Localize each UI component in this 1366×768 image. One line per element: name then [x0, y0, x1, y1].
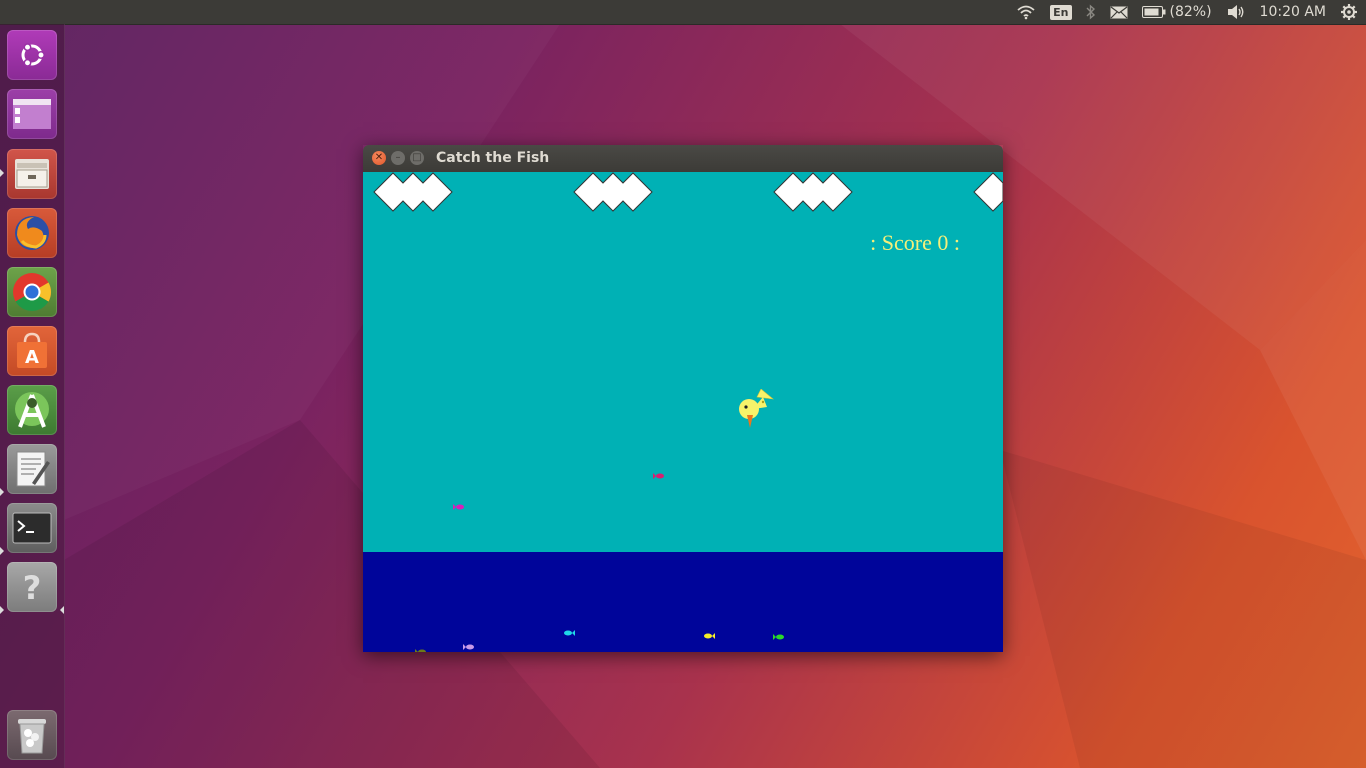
workspace-icon — [13, 99, 51, 129]
trash-icon — [18, 719, 46, 754]
ubuntu-logo-icon — [21, 43, 45, 67]
fish-lavender — [463, 644, 474, 650]
close-window-button[interactable]: ✕ — [372, 151, 386, 165]
text-editor-button[interactable] — [7, 444, 57, 494]
game-window: ✕ – □ Catch the Fish : Score 0 : — [363, 145, 1003, 652]
text-editor-icon — [16, 451, 50, 487]
score-display: : Score 0 : — [870, 230, 960, 255]
window-title: Catch the Fish — [436, 150, 550, 166]
files-button[interactable] — [7, 149, 57, 199]
svg-text:?: ? — [23, 569, 42, 605]
trash-button[interactable] — [7, 710, 57, 760]
fish-yellow — [704, 633, 715, 639]
settings-gear-icon[interactable] — [1340, 0, 1358, 24]
android-studio-button[interactable] — [7, 385, 57, 435]
mail-icon[interactable] — [1110, 0, 1128, 24]
minimize-window-button[interactable]: – — [391, 151, 405, 165]
software-center-button[interactable]: A — [7, 326, 57, 376]
cloud — [373, 172, 453, 212]
game-canvas[interactable]: : Score 0 : — [363, 172, 1003, 652]
shopping-bag-icon: A — [17, 332, 47, 368]
top-panel: En (82%) 10:20 AM — [0, 0, 1366, 24]
chrome-icon — [13, 273, 52, 312]
launcher: A ? — [0, 24, 65, 768]
battery-percent: (82%) — [1169, 4, 1212, 20]
fish-olive — [415, 649, 426, 652]
help-button[interactable]: ? — [7, 562, 57, 612]
terminal-icon — [12, 512, 52, 544]
battery-icon — [1141, 6, 1165, 18]
wifi-icon[interactable] — [1016, 0, 1036, 24]
ubuntu-dash-button[interactable] — [7, 30, 57, 80]
clock-time: 10:20 AM — [1259, 4, 1326, 20]
firefox-button[interactable] — [7, 208, 57, 258]
maximize-window-button[interactable]: □ — [410, 151, 424, 165]
cloud — [573, 172, 653, 212]
question-mark-icon: ? — [23, 569, 42, 605]
fish-green — [773, 634, 784, 640]
keyboard-layout-label: En — [1050, 4, 1072, 20]
cloud — [773, 172, 853, 212]
android-studio-icon — [15, 392, 49, 428]
cloud — [973, 172, 1003, 212]
fish-pink — [653, 473, 664, 479]
fish-magenta — [453, 504, 464, 510]
workspace-switcher-button[interactable] — [7, 89, 57, 139]
chrome-button[interactable] — [7, 267, 57, 317]
battery-indicator[interactable]: (82%) — [1141, 0, 1212, 24]
file-cabinet-icon — [15, 159, 49, 189]
bluetooth-icon[interactable] — [1086, 0, 1096, 24]
keyboard-layout-indicator[interactable]: En — [1050, 0, 1072, 24]
firefox-icon — [15, 216, 49, 250]
window-titlebar[interactable]: ✕ – □ Catch the Fish — [363, 145, 1003, 172]
fish-cyan — [564, 630, 575, 636]
sky — [363, 172, 1003, 552]
sea — [363, 552, 1003, 652]
terminal-button[interactable] — [7, 503, 57, 553]
clock[interactable]: 10:20 AM — [1260, 0, 1326, 24]
volume-icon[interactable] — [1226, 0, 1246, 24]
bird-player — [739, 389, 774, 428]
svg-text:A: A — [25, 347, 39, 368]
